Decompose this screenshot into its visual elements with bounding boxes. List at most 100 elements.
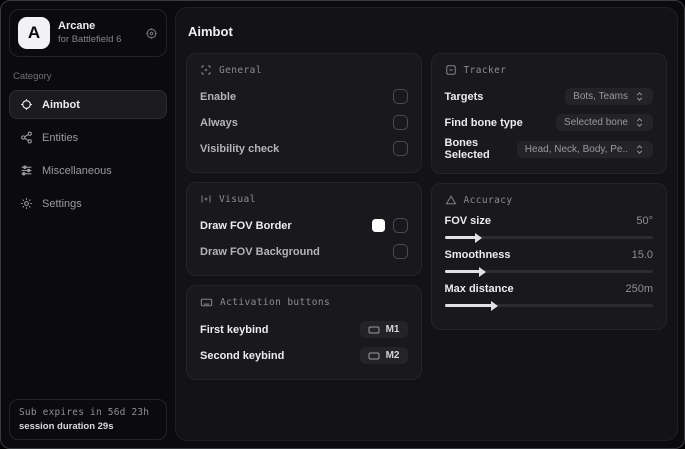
- card-title: General: [219, 64, 262, 76]
- targets-dropdown[interactable]: Bots, Teams: [565, 88, 653, 105]
- activation-card: Activation buttons First keybind M1 Seco…: [186, 285, 422, 380]
- setting-label: Bones Selected: [444, 137, 490, 161]
- enable-checkbox[interactable]: [392, 89, 408, 104]
- setting-row-draw-fov-background: Draw FOV Background: [200, 240, 408, 263]
- sliders-icon: [20, 164, 33, 177]
- card-columns: General Enable Always Visibility check V…: [186, 53, 667, 380]
- session-duration-text: session duration 29s: [19, 421, 114, 432]
- setting-label: Draw FOV Background: [200, 245, 320, 258]
- keyboard-icon: [200, 296, 213, 309]
- max-distance-slider[interactable]: [444, 300, 653, 311]
- dropdown-value: Selected bone: [564, 117, 628, 128]
- setting-label: Always: [200, 116, 238, 129]
- slider-value: 15.0: [631, 249, 653, 261]
- dropdown-value: Head, Neck, Body, Pe..: [524, 143, 628, 155]
- setting-row-find-bone-type: Find bone type Selected bone: [444, 111, 653, 134]
- focus-icon: [200, 193, 212, 205]
- scan-icon: [200, 64, 212, 76]
- card-title: Activation buttons: [220, 297, 331, 308]
- key-icon: [368, 351, 380, 361]
- setting-row-smoothness: Smoothness 15.0: [444, 249, 653, 277]
- gear-icon: [20, 197, 33, 210]
- smoothness-slider[interactable]: [444, 266, 653, 277]
- slider-thumb[interactable]: [478, 266, 486, 277]
- key-icon: [368, 325, 380, 335]
- card-title: Tracker: [463, 64, 507, 76]
- setting-row-always: Always: [200, 111, 408, 134]
- slider-value: 250m: [625, 283, 653, 295]
- setting-row-first-keybind: First keybind M1: [200, 318, 408, 341]
- setting-row-draw-fov-border: Draw FOV Border: [200, 214, 408, 237]
- setting-label: Visibility check: [200, 142, 280, 155]
- sidebar-item-label: Aimbot: [42, 98, 80, 111]
- logo-text: Arcane for Battlefield 6: [58, 20, 137, 46]
- card-title: Accuracy: [463, 194, 513, 206]
- slider-value: 50°: [636, 215, 653, 227]
- dropdown-value: Bots, Teams: [573, 91, 628, 102]
- page-title: Aimbot: [188, 24, 233, 39]
- chevrons-up-down-icon: [634, 91, 645, 102]
- setting-row-bones-selected: Bones Selected Head, Neck, Body, Pe..: [444, 137, 653, 161]
- logo-card: A Arcane for Battlefield 6: [9, 9, 167, 57]
- left-column: General Enable Always Visibility check V…: [186, 53, 422, 380]
- setting-label: FOV size: [444, 215, 491, 227]
- slider-fill: [444, 300, 499, 311]
- entities-icon: [20, 131, 33, 144]
- first-keybind-button[interactable]: M1: [359, 321, 408, 338]
- draw-fov-border-checkbox[interactable]: [392, 218, 408, 233]
- sidebar-item-aimbot[interactable]: Aimbot: [9, 90, 167, 119]
- sidebar-item-label: Miscellaneous: [42, 164, 112, 177]
- triangle-icon: [445, 194, 457, 206]
- box-minus-icon: [445, 64, 457, 76]
- draw-fov-background-checkbox[interactable]: [392, 244, 408, 259]
- visual-card-header: Visual: [200, 193, 408, 205]
- app-title: Arcane: [58, 20, 96, 33]
- main-panel: Aimbot General Enable Always Visibility …: [175, 7, 678, 441]
- setting-label: Max distance: [444, 283, 514, 295]
- accuracy-card: Accuracy FOV size 50° Smoothness 15.0 Ma…: [430, 183, 667, 330]
- controls: [371, 218, 408, 233]
- tracker-card-header: Tracker: [445, 64, 654, 76]
- slider-fill: [444, 266, 486, 277]
- setting-label: Find bone type: [444, 116, 523, 129]
- right-column: Tracker Targets Bots, Teams Find bone ty…: [430, 53, 667, 330]
- setting-label: First keybind: [200, 323, 269, 336]
- visibility-check-checkbox[interactable]: [392, 141, 408, 156]
- second-keybind-button[interactable]: M2: [359, 347, 408, 364]
- slider-fill: [444, 232, 482, 243]
- slider-thumb[interactable]: [491, 300, 499, 311]
- sub-expiry-text: Sub expires in 56d 23h: [19, 407, 150, 418]
- accuracy-card-header: Accuracy: [445, 194, 654, 206]
- setting-label: Draw FOV Border: [200, 219, 292, 232]
- general-card-header: General: [200, 64, 408, 76]
- sidebar-item-entities[interactable]: Entities: [9, 123, 167, 152]
- keybind-value: M2: [385, 350, 400, 361]
- crosshair-target-icon[interactable]: [145, 27, 158, 40]
- setting-label: Enable: [200, 90, 237, 103]
- find-bone-type-dropdown[interactable]: Selected bone: [556, 114, 653, 131]
- bones-selected-dropdown[interactable]: Head, Neck, Body, Pe..: [516, 140, 653, 158]
- setting-row-visibility-check: Visibility check: [200, 137, 408, 160]
- general-card: General Enable Always Visibility check: [186, 53, 422, 173]
- app-window: A Arcane for Battlefield 6 Category Aimb…: [0, 0, 685, 449]
- app-subtitle: for Battlefield 6: [58, 33, 122, 45]
- sidebar-item-label: Entities: [42, 131, 79, 144]
- keybind-value: M1: [385, 324, 400, 335]
- setting-row-max-distance: Max distance 250m: [444, 283, 653, 311]
- fov-border-color-swatch[interactable]: [371, 219, 385, 232]
- category-label: Category: [13, 71, 52, 82]
- sidebar: A Arcane for Battlefield 6 Category Aimb…: [1, 1, 175, 448]
- subscription-card: Sub expires in 56d 23h session duration …: [9, 399, 167, 440]
- activation-card-header: Activation buttons: [200, 296, 408, 309]
- fov-size-slider[interactable]: [444, 232, 653, 243]
- chevrons-up-down-icon: [634, 117, 645, 128]
- setting-row-enable: Enable: [200, 85, 408, 108]
- setting-row-second-keybind: Second keybind M2: [200, 344, 408, 367]
- tracker-card: Tracker Targets Bots, Teams Find bone ty…: [430, 53, 667, 174]
- slider-thumb[interactable]: [474, 232, 482, 243]
- always-checkbox[interactable]: [392, 115, 408, 130]
- chevrons-up-down-icon: [634, 144, 645, 155]
- sidebar-item-miscellaneous[interactable]: Miscellaneous: [9, 156, 167, 185]
- sidebar-item-settings[interactable]: Settings: [9, 189, 167, 218]
- visual-card: Visual Draw FOV Border Draw FOV Backgrou…: [186, 182, 422, 276]
